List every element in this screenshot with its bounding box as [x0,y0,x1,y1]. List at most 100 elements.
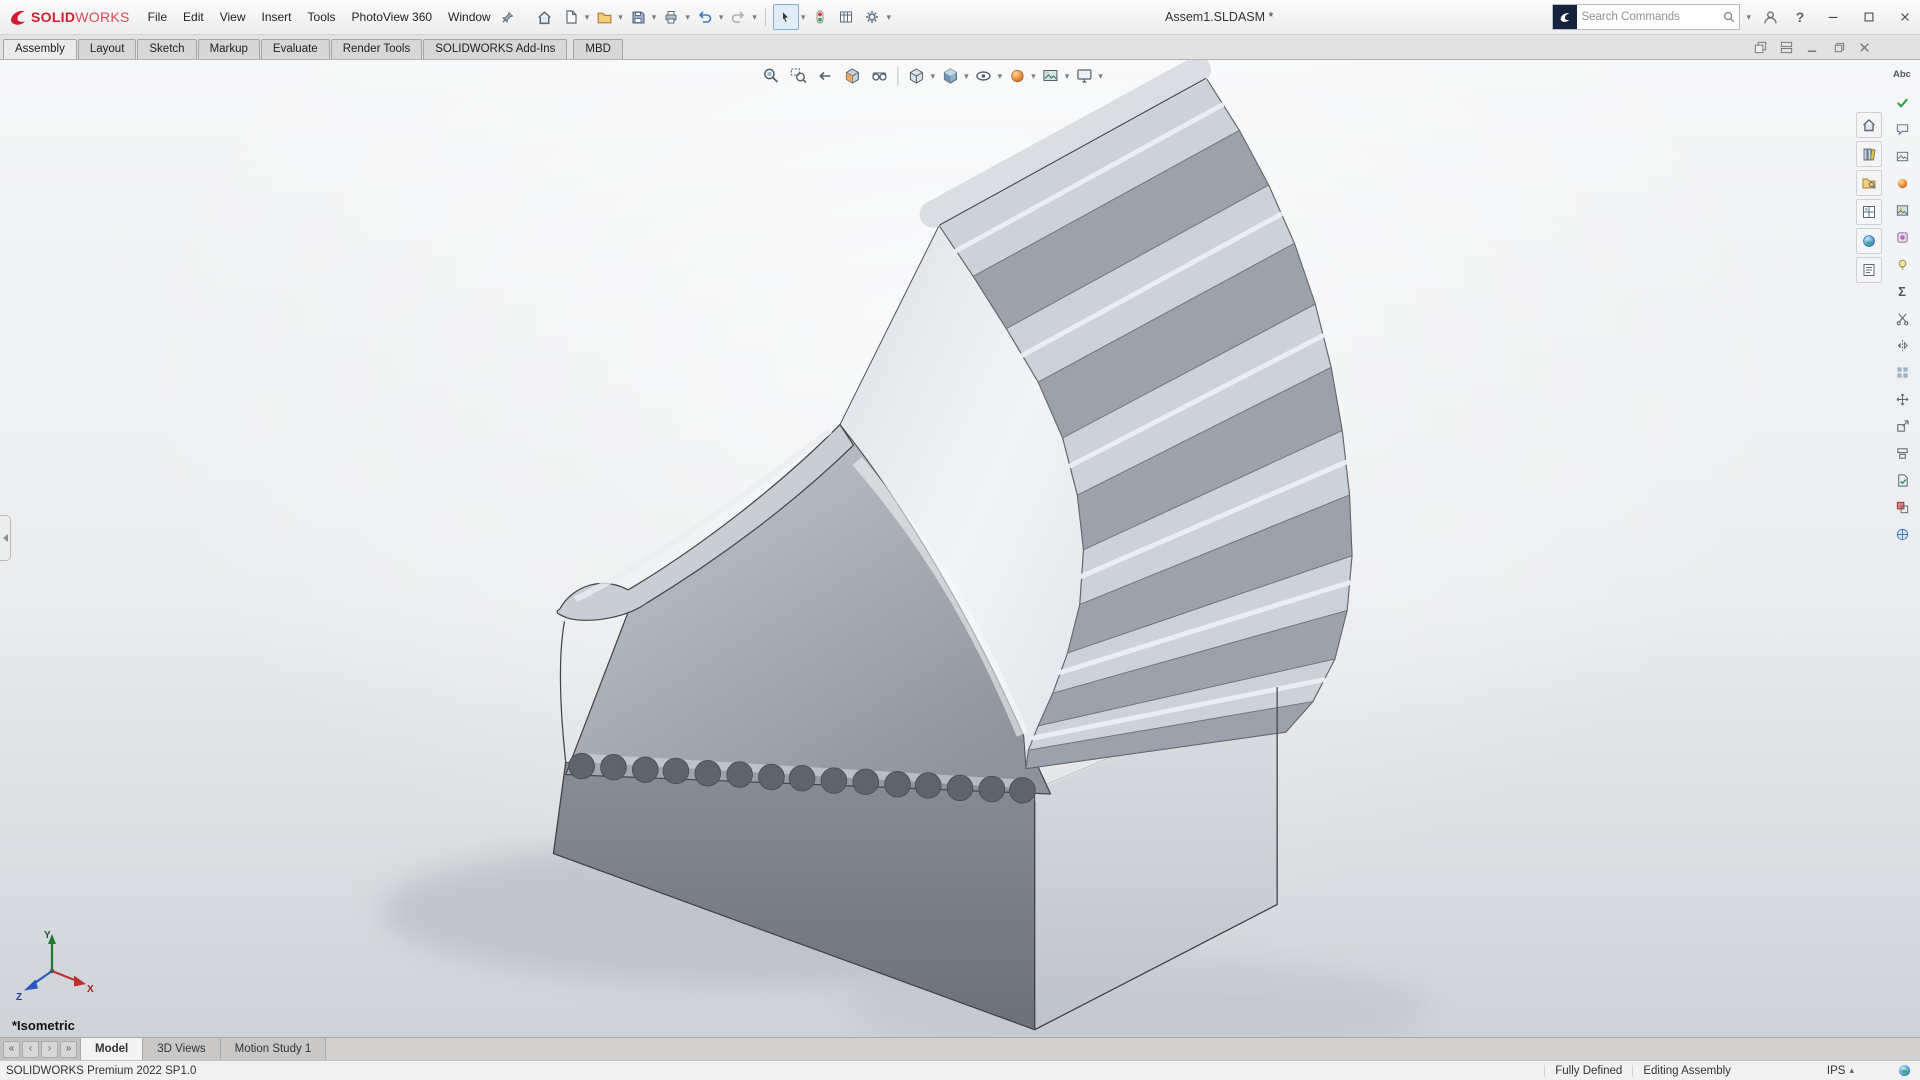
apply-scene-button[interactable] [1038,63,1064,89]
print-dropdown-caret[interactable]: ▾ [685,13,690,22]
save-dropdown-caret[interactable]: ▾ [652,13,657,22]
units-selector[interactable]: IPS [1827,1065,1846,1077]
tab-scroll-first-button[interactable]: « [3,1041,20,1058]
view-orientation-caret[interactable]: ▾ [931,72,936,81]
search-submit[interactable] [1719,7,1739,27]
task-pane-design-library[interactable] [1856,141,1882,167]
task-pane-custom-properties[interactable] [1856,257,1882,283]
move-component-button[interactable] [1891,388,1913,410]
doc-tile-button[interactable] [1776,38,1796,56]
open-button[interactable] [592,5,616,29]
window-close-button[interactable] [1890,3,1920,31]
task-pane-appearances-scenes[interactable] [1856,228,1882,254]
check-document-button[interactable] [1891,469,1913,491]
task-pane-view-palette[interactable] [1856,199,1882,225]
file-properties-button[interactable] [834,5,858,29]
tab-scroll-prev-button[interactable]: ‹ [22,1041,39,1058]
tab-mbd[interactable]: MBD [573,39,623,59]
interference-detection-button[interactable] [1891,496,1913,518]
3d-print-button[interactable] [1891,442,1913,464]
print-button[interactable] [659,5,683,29]
new-document-button[interactable] [559,5,583,29]
menu-insert[interactable]: Insert [254,6,300,28]
decals-button[interactable] [1891,226,1913,248]
doc-tab-model[interactable]: Model [81,1038,143,1060]
view-settings-caret[interactable]: ▾ [1098,72,1103,81]
tab-render-tools[interactable]: Render Tools [331,39,423,59]
home-button[interactable] [533,5,557,29]
search-input[interactable] [1577,11,1719,23]
view-settings-button[interactable] [1071,63,1097,89]
save-button[interactable] [626,5,650,29]
tab-evaluate[interactable]: Evaluate [261,39,330,59]
menu-file[interactable]: File [140,6,175,28]
task-pane-file-explorer[interactable] [1856,170,1882,196]
model-part[interactable] [553,70,1351,1030]
hide-show-caret[interactable]: ▾ [998,72,1003,81]
apply-scene-caret[interactable]: ▾ [1065,72,1070,81]
trim-button[interactable] [1891,307,1913,329]
featuremanager-collapsed-tab[interactable] [0,515,11,561]
tab-scroll-next-button[interactable]: › [41,1041,58,1058]
hide-show-items-button[interactable] [971,63,997,89]
zoom-to-fit-button[interactable] [759,63,785,89]
redo-dropdown-caret[interactable]: ▾ [752,13,757,22]
edit-appearance-caret[interactable]: ▾ [1031,72,1036,81]
3d-model-canvas[interactable] [0,60,1920,1037]
lights-button[interactable] [1891,253,1913,275]
select-button[interactable] [773,4,799,30]
spell-checker-button[interactable]: Abc [1891,64,1913,86]
tab-assembly[interactable]: Assembly [3,39,77,59]
assembly-visualization-button[interactable] [1891,523,1913,545]
new-dropdown-caret[interactable]: ▾ [585,13,590,22]
open-dropdown-caret[interactable]: ▾ [618,13,623,22]
connection-status-button[interactable] [1894,1063,1914,1079]
search-commands-box[interactable] [1552,4,1740,30]
options-button[interactable] [860,5,884,29]
help-button[interactable]: ? [1788,5,1812,29]
appearances-button[interactable] [1891,172,1913,194]
task-pane-solidworks-resources[interactable] [1856,112,1882,138]
units-caret-icon[interactable]: ▴ [1849,1065,1854,1076]
component-pattern-button[interactable] [1891,361,1913,383]
image-quality-button[interactable] [1891,145,1913,167]
pin-menu-button[interactable] [499,8,517,26]
tab-solidworks-add-ins[interactable]: SOLIDWORKS Add-Ins [423,39,567,59]
select-dropdown-caret[interactable]: ▾ [801,13,806,22]
menu-photoview360[interactable]: PhotoView 360 [344,6,441,28]
rebuild-button[interactable] [808,5,832,29]
dynamic-annotation-views-button[interactable] [867,63,893,89]
display-style-button[interactable] [937,63,963,89]
menu-edit[interactable]: Edit [175,6,212,28]
scenes-button[interactable] [1891,199,1913,221]
menu-window[interactable]: Window [440,6,499,28]
graphics-viewport[interactable]: ▾ ▾ ▾ ▾ [0,60,1920,1037]
menu-tools[interactable]: Tools [300,6,344,28]
export-button[interactable] [1891,415,1913,437]
previous-view-button[interactable] [813,63,839,89]
mirror-components-button[interactable] [1891,334,1913,356]
undo-dropdown-caret[interactable]: ▾ [719,13,724,22]
tab-markup[interactable]: Markup [198,39,260,59]
doc-minimize-button[interactable] [1802,38,1822,56]
view-orientation-button[interactable] [904,63,930,89]
doc-restore-down-button[interactable] [1828,38,1848,56]
tab-sketch[interactable]: Sketch [137,39,196,59]
edit-appearance-button[interactable] [1004,63,1030,89]
account-button[interactable] [1758,5,1782,29]
doc-restore-button[interactable] [1750,38,1770,56]
section-view-button[interactable] [840,63,866,89]
redo-button[interactable] [726,5,750,29]
comments-button[interactable] [1891,118,1913,140]
equations-button[interactable]: Σ [1891,280,1913,302]
doc-tab-motion-study-1[interactable]: Motion Study 1 [221,1038,327,1060]
undo-button[interactable] [693,5,717,29]
search-dropdown-caret[interactable]: ▾ [1746,13,1751,22]
design-checker-button[interactable] [1891,91,1913,113]
doc-tab-3d-views[interactable]: 3D Views [143,1038,220,1060]
window-minimize-button[interactable] [1818,3,1848,31]
doc-close-button[interactable] [1854,38,1874,56]
tab-layout[interactable]: Layout [78,39,137,59]
menu-view[interactable]: View [212,6,254,28]
zoom-to-area-button[interactable] [786,63,812,89]
